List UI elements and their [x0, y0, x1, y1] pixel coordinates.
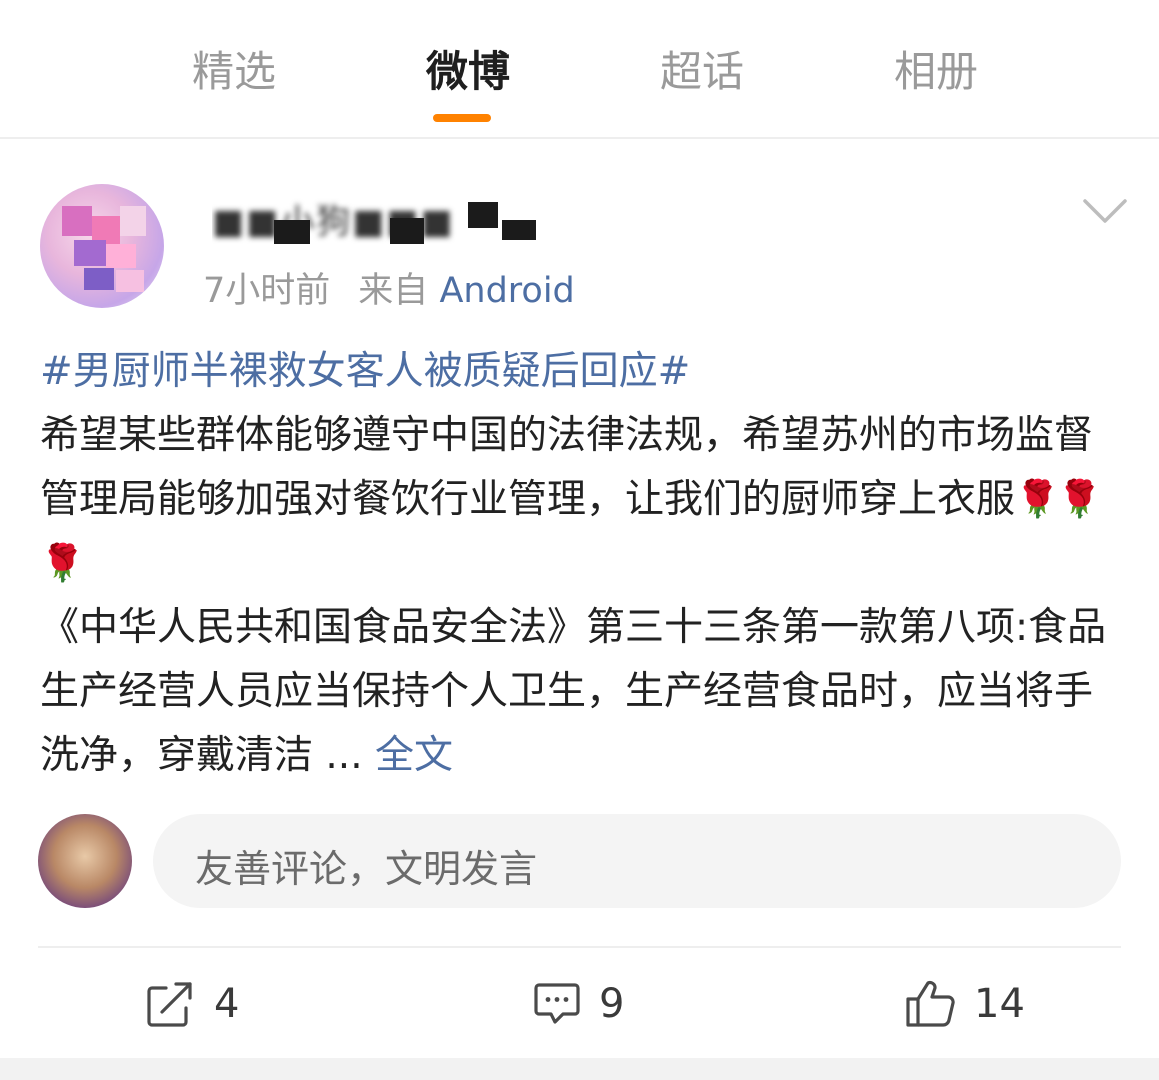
repost-button[interactable]: 4	[146, 976, 239, 1032]
rose-emoji: 🌹	[1057, 479, 1102, 520]
comment-icon	[534, 983, 580, 1024]
avatar-pixel	[84, 268, 114, 290]
repost-count: 4	[214, 981, 240, 1027]
tab-featured[interactable]: 精选	[164, 38, 304, 99]
avatar[interactable]	[40, 184, 164, 308]
like-icon	[906, 980, 955, 1027]
post-text-1: 希望某些群体能够遵守中国的法律法规，希望苏州的市场监督管理局能够加强对餐饮行业管…	[40, 413, 1094, 522]
post-source[interactable]: Android	[439, 271, 574, 311]
rose-emoji: 🌹	[40, 543, 85, 584]
tab-weibo[interactable]: 微博	[398, 38, 538, 99]
bottom-divider	[0, 1058, 1159, 1080]
redaction-block	[502, 220, 536, 240]
like-count: 14	[974, 981, 1025, 1027]
username[interactable]: ■■小狗■■■	[212, 190, 542, 248]
post-content: #男厨师半裸救女客人被质疑后回应# 希望某些群体能够遵守中国的法律法规，希望苏州…	[40, 340, 1125, 788]
chevron-down-icon[interactable]	[1082, 196, 1128, 226]
tab-album[interactable]: 相册	[866, 38, 1006, 99]
post-time: 7小时前	[203, 271, 331, 311]
divider	[0, 137, 1159, 139]
source-prefix: 来自	[358, 271, 429, 311]
tab-super-topic[interactable]: 超话	[632, 38, 772, 99]
post-text-2: 《中华人民共和国食品安全法》第三十三条第一款第八项:食品生产经营人员应当保持个人…	[40, 605, 1107, 778]
avatar-pixel	[62, 206, 92, 236]
comment-count: 9	[599, 981, 625, 1027]
redaction-block	[390, 218, 424, 244]
post-meta: 7小时前 来自 Android	[203, 262, 575, 313]
repost-icon	[147, 982, 192, 1027]
redaction-block	[468, 202, 498, 228]
avatar-pixel	[116, 270, 144, 292]
avatar-pixel	[74, 240, 106, 266]
topic-link[interactable]: #男厨师半裸救女客人被质疑后回应#	[40, 349, 690, 394]
redaction-block	[274, 220, 310, 244]
comment-input[interactable]: 友善评论，文明发言	[153, 814, 1121, 908]
active-tab-indicator	[433, 114, 491, 122]
tab-bar: 精选 微博 超话 相册	[0, 0, 1159, 137]
like-button[interactable]: 14	[904, 976, 1025, 1032]
avatar-pixel	[106, 244, 136, 268]
comment-button[interactable]: 9	[533, 976, 624, 1032]
rose-emoji: 🌹	[1015, 479, 1060, 520]
divider	[38, 946, 1121, 948]
avatar-pixel	[120, 206, 146, 236]
comment-placeholder: 友善评论，文明发言	[195, 847, 538, 891]
read-more-link[interactable]: 全文	[375, 733, 453, 778]
my-avatar	[38, 814, 132, 908]
